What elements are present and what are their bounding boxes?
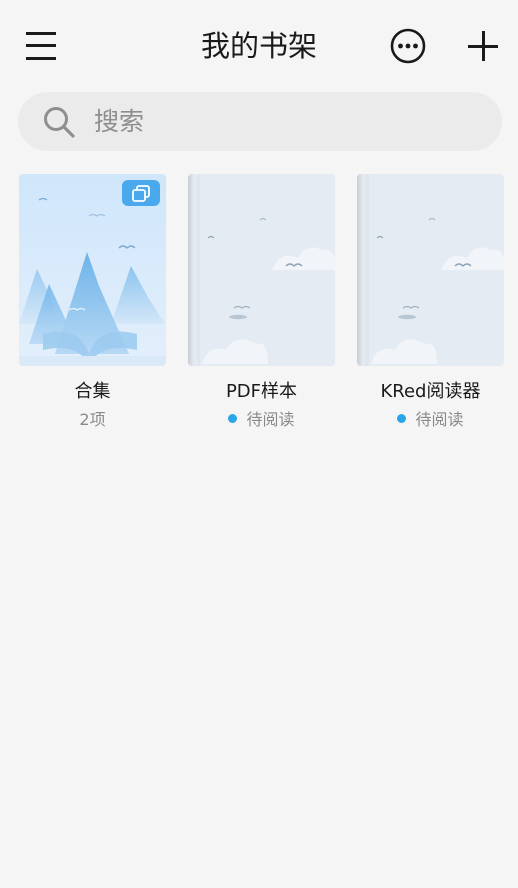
bookshelf-item-pdf[interactable]: PDF样本 待阅读 bbox=[188, 174, 335, 431]
search-input[interactable]: 搜索 bbox=[18, 92, 502, 151]
bookshelf-item-collection[interactable]: 合集 2项 bbox=[19, 174, 166, 431]
status-dot bbox=[397, 414, 407, 423]
book-title: 合集 bbox=[74, 381, 111, 402]
status-label: 待阅读 bbox=[415, 410, 464, 429]
reading-status: 待阅读 bbox=[188, 409, 335, 431]
plus-icon bbox=[468, 31, 498, 61]
book-cover bbox=[357, 174, 504, 366]
reading-status: 待阅读 bbox=[357, 409, 504, 431]
hamburger-menu-icon bbox=[26, 32, 56, 60]
search-icon bbox=[44, 107, 75, 138]
more-options-icon bbox=[390, 28, 426, 64]
status-label: 待阅读 bbox=[246, 410, 295, 429]
collection-badge bbox=[122, 180, 160, 206]
collection-stack-icon bbox=[132, 185, 150, 202]
bookshelf-item-kred[interactable]: KRed阅读器 待阅读 bbox=[357, 174, 504, 431]
collection-count: 2项 bbox=[79, 410, 106, 429]
status-dot bbox=[228, 414, 238, 423]
book-title: PDF样本 bbox=[225, 381, 298, 402]
search-placeholder: 搜索 bbox=[94, 107, 145, 136]
book-cover bbox=[188, 174, 335, 366]
book-title: KRed阅读器 bbox=[380, 381, 481, 402]
menu-button[interactable] bbox=[22, 28, 60, 64]
add-button[interactable] bbox=[464, 27, 502, 65]
page-title: 我的书架 bbox=[200, 29, 317, 63]
collection-cover bbox=[19, 174, 166, 366]
more-options-button[interactable] bbox=[389, 27, 427, 65]
app-header: 我的书架 bbox=[0, 0, 518, 92]
